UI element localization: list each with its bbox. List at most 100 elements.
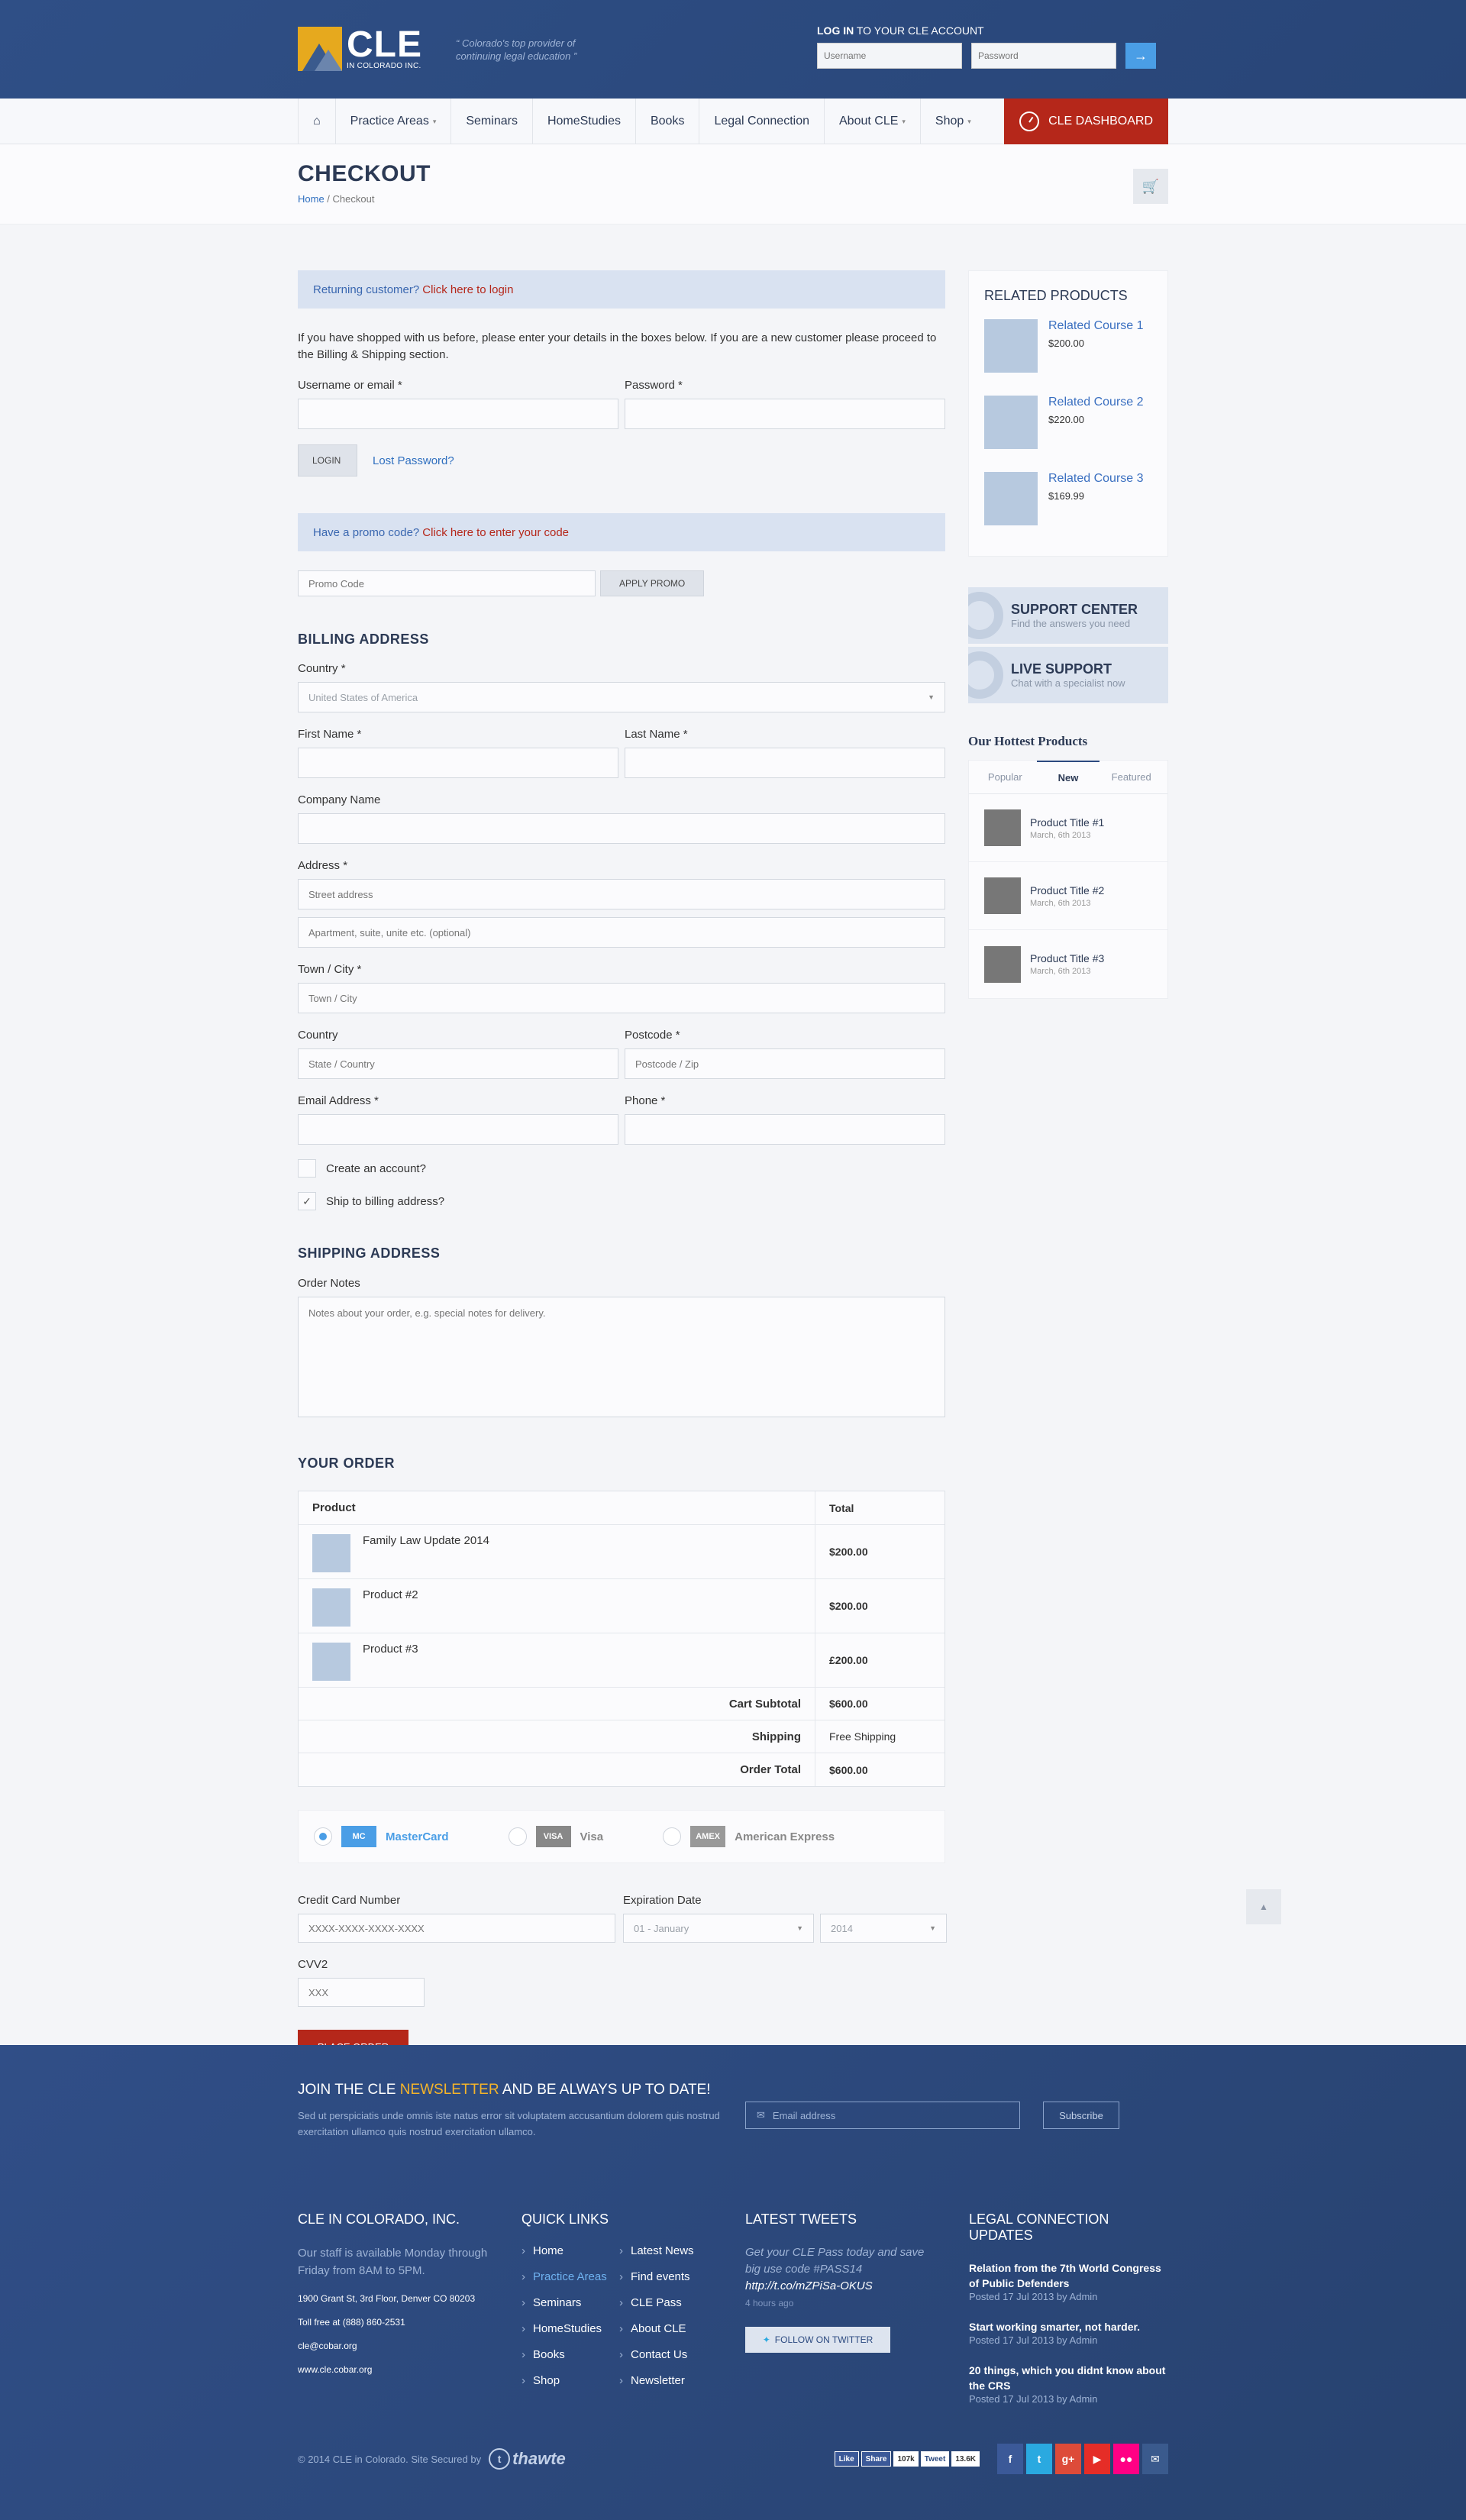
radio-unselected[interactable] xyxy=(508,1827,527,1846)
footer-tweets: LATEST TWEETS Get your CLE Pass today an… xyxy=(745,2211,936,2353)
expiry-month-select[interactable]: 01 - January ▼ xyxy=(623,1914,814,1943)
facebook-like-button[interactable]: Like xyxy=(834,2451,859,2467)
cvv-input[interactable] xyxy=(298,1978,425,2007)
list-item[interactable]: Product Title #1 March, 6th 2013 xyxy=(969,794,1167,862)
state-input[interactable] xyxy=(298,1048,618,1079)
footer-link[interactable]: HomeStudies xyxy=(521,2322,619,2335)
username-input[interactable] xyxy=(298,399,618,429)
promo-notice: Have a promo code? Click here to enter yo… xyxy=(298,513,945,551)
click-to-login-link[interactable]: Click here to login xyxy=(422,283,513,296)
tweet-button[interactable]: Tweet xyxy=(920,2451,950,2467)
email-icon[interactable]: ✉ xyxy=(1142,2444,1168,2474)
expiry-year-select[interactable]: 2014 ▼ xyxy=(820,1914,947,1943)
lost-password-link[interactable]: Lost Password? xyxy=(373,454,454,467)
header-username-input[interactable] xyxy=(817,43,962,69)
list-item[interactable]: 20 things, which you didnt know about th… xyxy=(969,2363,1169,2405)
list-item[interactable]: Start working smarter, not harder. Posted… xyxy=(969,2319,1169,2346)
login-button[interactable]: LOGIN xyxy=(298,444,357,477)
list-item[interactable]: Relation from the 7th World Congress of … xyxy=(969,2260,1169,2302)
apartment-input[interactable] xyxy=(298,917,945,948)
list-item[interactable]: Related Course 1 $200.00 xyxy=(984,319,1152,373)
nav-books[interactable]: Books xyxy=(635,99,699,144)
follow-twitter-button[interactable]: ✦ FOLLOW ON TWITTER xyxy=(745,2327,890,2353)
ship-billing-checkbox[interactable]: ✓ Ship to billing address? xyxy=(298,1192,945,1210)
footer-email-link[interactable]: cle@cobar.org xyxy=(298,2341,489,2351)
promo-code-input[interactable] xyxy=(298,570,596,596)
tab-popular[interactable]: Popular xyxy=(974,761,1037,793)
footer-link[interactable]: Latest News xyxy=(619,2244,717,2257)
nav-legal-connection[interactable]: Legal Connection xyxy=(699,99,824,144)
youtube-icon[interactable]: ▶ xyxy=(1084,2444,1110,2474)
product-name[interactable]: Family Law Update 2014 xyxy=(363,1534,489,1547)
footer-link[interactable]: Books xyxy=(521,2348,619,2361)
footer-link[interactable]: Home xyxy=(521,2244,619,2257)
product-name[interactable]: Product #2 xyxy=(363,1588,418,1601)
header-login-button[interactable]: → xyxy=(1125,43,1156,69)
product-thumbnail xyxy=(984,945,1021,983)
card-number-input[interactable] xyxy=(298,1914,615,1943)
scroll-to-top-button[interactable]: ▲ xyxy=(1246,1889,1281,1924)
subscribe-button[interactable]: Subscribe xyxy=(1043,2102,1119,2129)
country-label: Country * xyxy=(298,662,346,675)
chevron-down-icon: ▼ xyxy=(929,1924,936,1932)
postcode-input[interactable] xyxy=(625,1048,945,1079)
tab-new[interactable]: New xyxy=(1036,761,1100,793)
list-item[interactable]: Related Course 2 $220.00 xyxy=(984,396,1152,449)
radio-unselected[interactable] xyxy=(663,1827,682,1846)
footer-link[interactable]: Find events xyxy=(619,2270,717,2283)
flickr-icon[interactable]: ●● xyxy=(1113,2444,1139,2474)
breadcrumb-home[interactable]: Home xyxy=(298,193,325,205)
logo[interactable]: CLE IN COLORADO INC. xyxy=(298,26,422,71)
radio-selected[interactable] xyxy=(314,1827,332,1846)
apply-promo-button[interactable]: APPLY PROMO xyxy=(600,570,705,596)
country-select[interactable]: United States of America ▼ xyxy=(298,682,945,712)
product-name[interactable]: Product #3 xyxy=(363,1643,418,1656)
nav-seminars[interactable]: Seminars xyxy=(450,99,532,144)
payment-option-amex[interactable]: AMEX American Express xyxy=(663,1826,835,1847)
first-name-input[interactable] xyxy=(298,748,618,778)
twitter-icon[interactable]: t xyxy=(1026,2444,1052,2474)
payment-option-mastercard[interactable]: MC MasterCard xyxy=(314,1826,449,1847)
footer-link[interactable]: Contact Us xyxy=(619,2348,717,2361)
order-notes-textarea[interactable] xyxy=(298,1297,945,1417)
phone-input[interactable] xyxy=(625,1114,945,1145)
footer-link[interactable]: Shop xyxy=(521,2374,619,2387)
list-item[interactable]: Related Course 3 $169.99 xyxy=(984,472,1152,525)
copyright: © 2014 CLE in Colorado. Site Secured by t… xyxy=(298,2448,566,2470)
newsletter-email-input[interactable]: ✉ Email address xyxy=(745,2102,1020,2129)
cle-dashboard-button[interactable]: CLE DASHBOARD xyxy=(1004,99,1168,144)
footer-web-link[interactable]: www.cle.cobar.org xyxy=(298,2364,489,2375)
facebook-share-button[interactable]: Share xyxy=(861,2451,892,2467)
nav-shop[interactable]: Shop ▾ xyxy=(919,99,986,144)
list-item[interactable]: Product Title #3 March, 6th 2013 xyxy=(969,930,1167,998)
footer-link[interactable]: Practice Areas xyxy=(521,2270,619,2283)
password-input[interactable] xyxy=(625,399,945,429)
email-input[interactable] xyxy=(298,1114,618,1145)
google-plus-icon[interactable]: g+ xyxy=(1055,2444,1081,2474)
tab-featured[interactable]: Featured xyxy=(1100,761,1163,793)
shipping-row: Shipping Free Shipping xyxy=(299,1720,945,1753)
footer-link[interactable]: CLE Pass xyxy=(619,2296,717,2309)
company-input[interactable] xyxy=(298,813,945,844)
last-name-input[interactable] xyxy=(625,748,945,778)
list-item[interactable]: Product Title #2 March, 6th 2013 xyxy=(969,862,1167,930)
footer-link[interactable]: About CLE xyxy=(619,2322,717,2335)
city-input[interactable] xyxy=(298,983,945,1013)
enter-code-link[interactable]: Click here to enter your code xyxy=(422,526,569,539)
payment-option-visa[interactable]: VISA Visa xyxy=(508,1826,603,1847)
live-support-button[interactable]: LIVE SUPPORT Chat with a specialist now xyxy=(968,647,1168,703)
facebook-icon[interactable]: f xyxy=(997,2444,1023,2474)
nav-about-cle[interactable]: About CLE ▾ xyxy=(824,99,920,144)
main-nav: ⌂ Practice Areas ▾ Seminars HomeStudies B… xyxy=(0,99,1466,144)
nav-home[interactable]: ⌂ xyxy=(298,99,335,144)
cart-button[interactable]: 🛒 xyxy=(1133,169,1168,204)
footer-link[interactable]: Newsletter xyxy=(619,2374,717,2387)
nav-homestudies[interactable]: HomeStudies xyxy=(531,99,635,144)
tweet-link[interactable]: http://t.co/mZPiSa-OKUS xyxy=(745,2279,873,2292)
header-password-input[interactable] xyxy=(971,43,1116,69)
create-account-checkbox[interactable]: Create an account? xyxy=(298,1159,945,1178)
nav-practice-areas[interactable]: Practice Areas ▾ xyxy=(334,99,451,144)
support-center-button[interactable]: SUPPORT CENTER Find the answers you need xyxy=(968,587,1168,644)
street-address-input[interactable] xyxy=(298,879,945,909)
footer-link[interactable]: Seminars xyxy=(521,2296,619,2309)
